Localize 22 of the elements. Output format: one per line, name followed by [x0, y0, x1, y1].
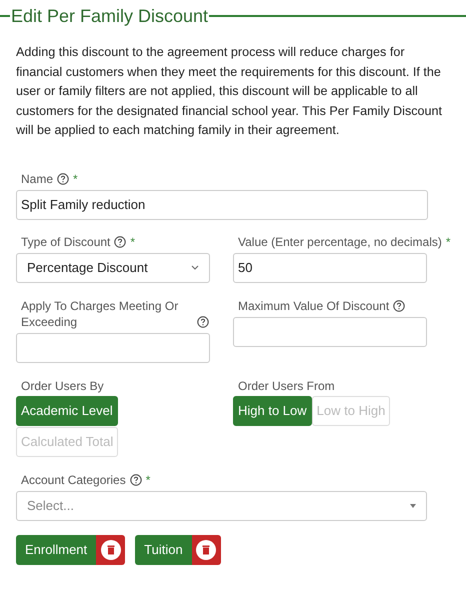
input-field[interactable]: 50 — [233, 252, 427, 282]
field-label: Order Users By — [21, 378, 104, 394]
description-text: Adding this discount to the agreement process will reduce charges for financial customers when they meet the requirements for this discount. If the user or family filters are not applied, this discount will be applicable to all customers for the designated financial school year. This Per Family Discount will be applied to each matching family in their agreement. — [15, 44, 444, 139]
field-label: Name — [21, 170, 54, 186]
select-field[interactable]: Percentage Discount — [16, 252, 210, 282]
required-mark: * — [446, 234, 451, 250]
category-tag: Tuition — [135, 534, 192, 564]
category-tag: Enrollment — [16, 534, 96, 564]
field-label: Account Categories — [21, 472, 126, 488]
required-mark: * — [146, 472, 150, 488]
required-mark: * — [73, 170, 78, 186]
toggle-button[interactable]: High to Low — [233, 396, 312, 426]
field-label: Value (Enter percentage, no decimals) — [238, 234, 442, 250]
field-label: Type of Discount — [21, 234, 110, 250]
select-field[interactable]: Select... — [16, 490, 427, 520]
field-label: Maximum Value Of Discount — [238, 298, 390, 314]
toggle-button[interactable]: Academic Level — [16, 396, 118, 426]
form-title: Edit Per Family Discount — [10, 4, 210, 28]
name-field[interactable]: Split Family reduction — [16, 190, 428, 220]
field-label: Order Users From — [238, 378, 335, 394]
field-label: Apply To Charges Meeting Or Exceeding — [21, 298, 180, 330]
required-mark: * — [130, 234, 136, 250]
